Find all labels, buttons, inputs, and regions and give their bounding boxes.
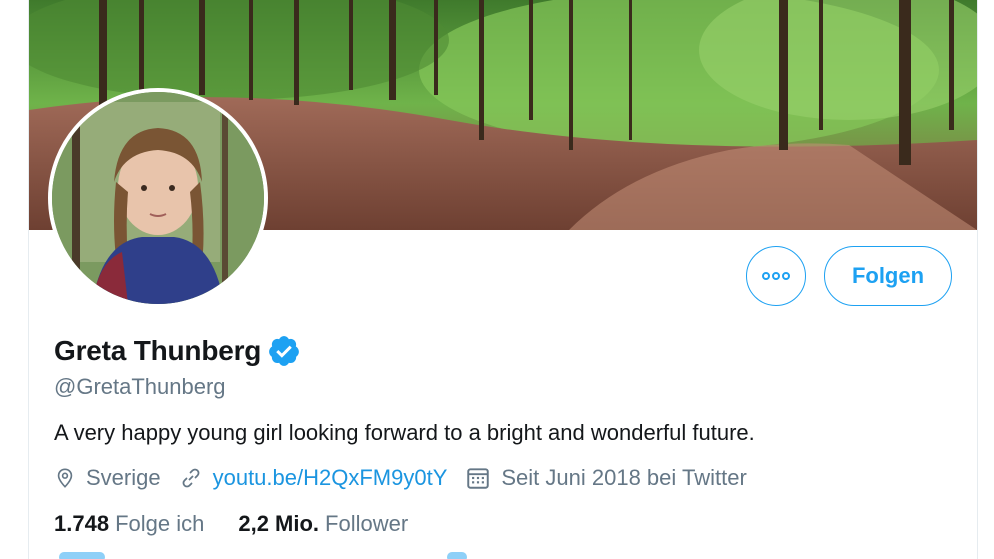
follow-button[interactable]: Folgen xyxy=(824,246,952,306)
followers-label: Follower xyxy=(325,511,409,536)
followers-count: 2,2 Mio. xyxy=(238,511,320,536)
followers-stat[interactable]: 2,2 Mio. Follower xyxy=(238,511,408,537)
link-item: youtu.be/H2QxFM9y0tY xyxy=(179,465,448,491)
profile-stats: 1.748 Folge ich 2,2 Mio. Follower xyxy=(54,511,442,537)
location-pin-icon xyxy=(57,468,73,488)
joined-item: Seit Juni 2018 bei Twitter xyxy=(465,465,747,491)
following-label: Folge ich xyxy=(115,511,205,536)
more-dots-icon xyxy=(762,272,790,280)
profile-bio: A very happy young girl looking forward … xyxy=(54,420,755,445)
profile-meta: Sverige youtu.be/H2QxFM9y0tY Seit Juni 2… xyxy=(54,465,765,491)
profile-link[interactable]: youtu.be/H2QxFM9y0tY xyxy=(213,465,448,491)
more-options-button[interactable] xyxy=(746,246,806,306)
location-text: Sverige xyxy=(86,465,161,490)
following-stat[interactable]: 1.748 Folge ich xyxy=(54,511,204,537)
calendar-icon xyxy=(467,468,490,489)
name-row: Greta Thunberg xyxy=(54,334,301,368)
verified-badge-icon xyxy=(269,336,300,366)
profile-card: Folgen Greta Thunberg @GretaThunberg A v… xyxy=(28,0,978,559)
following-count: 1.748 xyxy=(54,511,110,536)
joined-text: Seit Juni 2018 bei Twitter xyxy=(501,465,747,490)
link-icon xyxy=(182,468,200,488)
profile-name: Greta Thunberg xyxy=(54,335,262,366)
avatar-image xyxy=(52,92,264,304)
followers-you-know-avatars xyxy=(59,552,105,559)
followers-you-know-icon xyxy=(447,552,467,559)
avatar[interactable] xyxy=(48,88,268,308)
profile-handle: @GretaThunberg xyxy=(54,374,226,399)
location-item: Sverige xyxy=(54,465,161,491)
